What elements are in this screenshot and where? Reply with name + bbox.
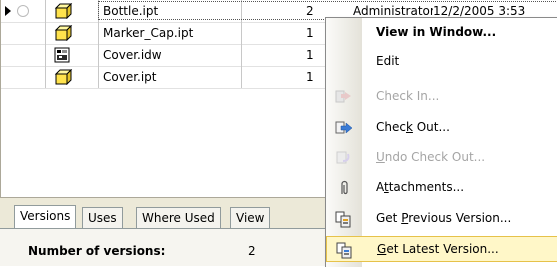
file-version: 1	[306, 48, 314, 62]
tab-uses[interactable]: Uses	[82, 207, 123, 228]
file-name: Marker_Cap.ipt	[103, 26, 194, 40]
tab-view[interactable]: View	[230, 207, 271, 228]
undo-check-out-icon	[335, 149, 353, 167]
tab-where-used[interactable]: Where Used	[136, 207, 221, 228]
context-menu: View in Window... Edit Check In... Check…	[325, 17, 557, 267]
file-version: 1	[306, 26, 314, 40]
menu-item-get-previous-version[interactable]: Get Previous Version...	[326, 206, 557, 232]
menu-item-label: Edit	[376, 54, 400, 68]
radio-icon	[17, 5, 29, 17]
file-name: Cover.idw	[103, 48, 162, 62]
file-row-cover-idw[interactable]: Cover.idw 1	[1, 44, 341, 67]
menu-item-label: Get Previous Version...	[376, 211, 512, 225]
row-selector-arrow-icon	[1, 0, 15, 22]
part-icon	[53, 2, 73, 20]
number-of-versions-value: 2	[248, 244, 256, 258]
menu-item-label: Get Latest Version...	[377, 242, 499, 256]
file-version: 1	[306, 70, 314, 84]
drawing-icon	[53, 47, 73, 63]
menu-item-undo-check-out[interactable]: Undo Check Out...	[326, 145, 557, 171]
menu-item-label: Check In...	[376, 89, 440, 103]
get-latest-version-icon	[336, 241, 354, 259]
menu-item-check-out[interactable]: Check Out...	[326, 115, 557, 141]
menu-item-check-in[interactable]: Check In...	[326, 84, 557, 110]
menu-item-attachments[interactable]: Attachments...	[326, 175, 557, 201]
menu-item-label: Attachments...	[376, 180, 465, 194]
menu-item-edit[interactable]: Edit	[326, 49, 557, 75]
menu-item-view-in-window[interactable]: View in Window...	[326, 20, 557, 46]
menu-item-label: View in Window...	[376, 25, 497, 39]
paperclip-icon	[335, 179, 353, 197]
menu-item-get-latest-version[interactable]: Get Latest Version...	[326, 236, 557, 262]
menu-item-label: Check Out...	[376, 120, 450, 134]
part-icon	[53, 24, 73, 42]
file-row-cover-ipt[interactable]: Cover.ipt 1	[1, 66, 341, 89]
part-icon	[53, 68, 73, 86]
file-row-marker-cap[interactable]: Marker_Cap.ipt 1	[1, 22, 341, 45]
check-out-icon	[335, 119, 353, 137]
file-row-bottle[interactable]: Bottle.ipt 2 Administrator 12/2/2005 3:5…	[1, 0, 557, 23]
versions-panel: Number of versions: 2	[0, 229, 340, 266]
get-previous-version-icon	[335, 210, 353, 228]
file-grid: Bottle.ipt 2 Administrator 12/2/2005 3:5…	[0, 0, 557, 200]
tab-versions[interactable]: Versions	[14, 205, 77, 229]
check-in-icon	[335, 88, 353, 106]
file-name: Cover.ipt	[103, 70, 157, 84]
details-tab-bar: Versions Uses Where Used View	[0, 202, 340, 229]
number-of-versions-label: Number of versions:	[28, 244, 166, 258]
menu-item-label: Undo Check Out...	[376, 150, 486, 164]
